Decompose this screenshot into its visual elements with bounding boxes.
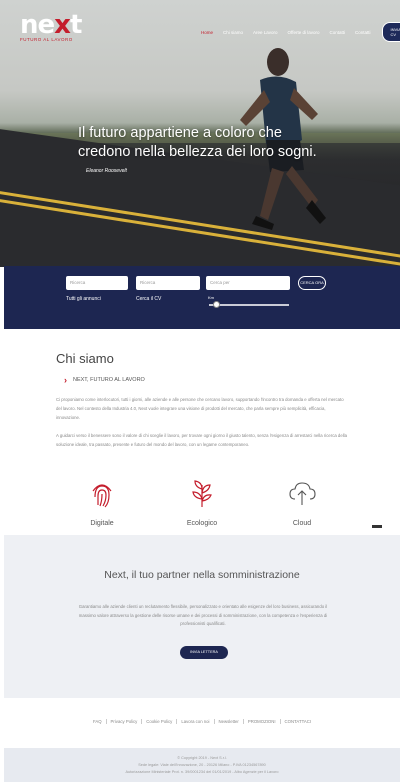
search-input-1[interactable]: Ricerca [66, 276, 128, 290]
nav-item-aree-lavoro[interactable]: Aree Lavoro [248, 30, 283, 35]
main-nav: Home Chi siamo Aree Lavoro Offerte di la… [196, 22, 400, 42]
feature-digitale: Digitale [72, 479, 132, 527]
about-paragraph-1: Ci proponiamo come interlocutori, tutti … [56, 397, 344, 420]
scroll-indicator[interactable] [372, 525, 382, 528]
copyright-line: © Copyright 2019 - Next S.r.l. [177, 756, 227, 760]
footer-links: FAQ Privacy Policy Cookie Policy Lavora … [4, 698, 400, 748]
footer-link-cookie[interactable]: Cookie Policy [142, 719, 178, 724]
chevron-right-icon: › [64, 375, 67, 385]
footer-link-promo[interactable]: PROMOZIONI [244, 719, 281, 724]
hero-banner: next FUTURO AL LAVORO Home Chi siamo Are… [0, 0, 400, 267]
send-letter-button[interactable]: INVIA LETTERA [180, 646, 228, 659]
footer-link-faq[interactable]: FAQ [89, 719, 107, 724]
legal-authorization: Autorizzazione Ministeriale Prot. n. 39/… [125, 770, 279, 774]
footer-link-careers[interactable]: Lavora con noi [177, 719, 215, 724]
search-input-3[interactable]: Cerca per [206, 276, 290, 290]
footer-link-privacy[interactable]: Privacy Policy [107, 719, 143, 724]
job-search-bar: Ricerca Ricerca Cerca per CERCA ORA Tutt… [4, 266, 400, 329]
footer-link-newsletter[interactable]: Newsletter [215, 719, 244, 724]
legal-address: Sede legale: Viale dell'Innovazione, 20 … [138, 763, 266, 767]
nav-item-contatti[interactable]: Contatti [324, 30, 350, 35]
partner-text: Garantiamo alle aziende clienti un reclu… [78, 604, 328, 626]
partner-title: Next, il tuo partner nella somministrazi… [104, 569, 300, 581]
search-input-2[interactable]: Ricerca [136, 276, 200, 290]
about-section: Chi siamo › NEXT, FUTURO AL LAVORO Ci pr… [4, 329, 400, 535]
partner-section: Next, il tuo partner nella somministrazi… [4, 535, 400, 698]
nav-item-chi-siamo[interactable]: Chi siamo [218, 30, 248, 35]
brand-tagline: FUTURO AL LAVORO [20, 37, 73, 42]
send-cv-button[interactable]: INVIA CV [381, 22, 400, 42]
about-title: Chi siamo [56, 351, 114, 366]
feature-cloud: Cloud [272, 479, 332, 527]
hero-quote: Il futuro appartiene a coloro che credon… [78, 125, 317, 160]
slider-thumb[interactable] [213, 301, 220, 308]
plant-icon [192, 480, 212, 507]
footer-link-contact[interactable]: CONTATTACI [281, 719, 316, 724]
nav-item-contatti-2[interactable]: Contatti [350, 30, 376, 35]
feature-ecologico: Ecologico [172, 479, 232, 527]
checkbox-all-ads[interactable]: Tutti gli annunci [66, 296, 101, 302]
search-button[interactable]: CERCA ORA [298, 276, 326, 290]
distance-slider[interactable] [209, 304, 289, 306]
quote-author: Eleanor Roosevelt [86, 168, 127, 174]
brand-logo[interactable]: next FUTURO AL LAVORO [20, 10, 82, 42]
cloud-icon [289, 482, 316, 505]
about-subtitle: › NEXT, FUTURO AL LAVORO [64, 375, 145, 385]
nav-item-offerte[interactable]: Offerte di lavoro [283, 30, 325, 35]
fingerprint-icon [92, 484, 112, 508]
checkbox-cv[interactable]: Cerca il CV [136, 296, 161, 302]
copyright-bar: © Copyright 2019 - Next S.r.l. Sede lega… [4, 748, 400, 782]
range-label: Km [208, 295, 214, 300]
about-paragraph-2: A guidarci verso il benessere sono il va… [56, 433, 348, 447]
nav-item-home[interactable]: Home [196, 30, 218, 35]
